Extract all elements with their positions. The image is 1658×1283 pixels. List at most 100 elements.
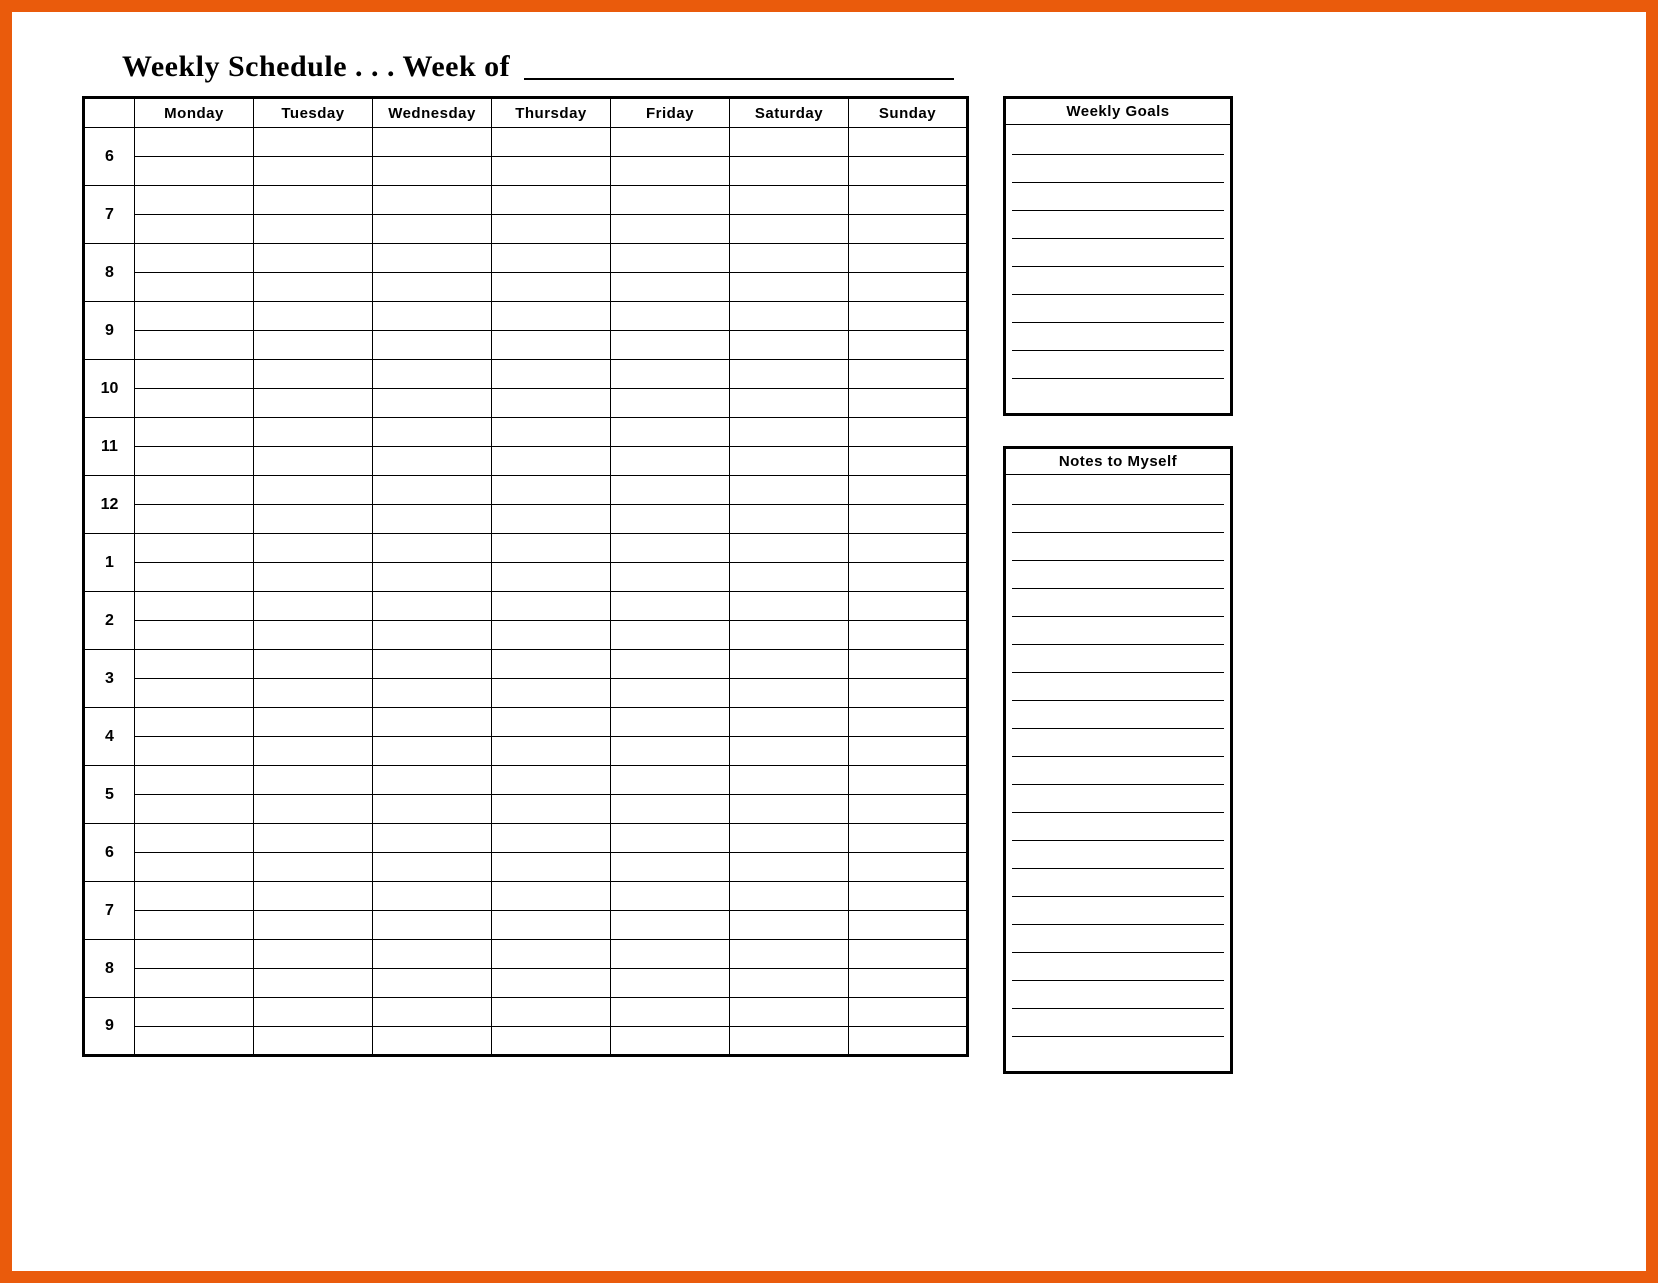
schedule-cell[interactable] [611,563,730,592]
notes-line[interactable] [1012,505,1224,533]
schedule-cell[interactable] [730,331,849,360]
schedule-cell[interactable] [492,476,611,505]
schedule-cell[interactable] [849,360,968,389]
schedule-cell[interactable] [849,563,968,592]
schedule-cell[interactable] [373,853,492,882]
schedule-cell[interactable] [135,273,254,302]
schedule-cell[interactable] [492,215,611,244]
notes-line[interactable] [1012,813,1224,841]
schedule-cell[interactable] [730,650,849,679]
schedule-cell[interactable] [730,592,849,621]
schedule-cell[interactable] [373,418,492,447]
schedule-cell[interactable] [730,302,849,331]
schedule-cell[interactable] [135,157,254,186]
schedule-cell[interactable] [492,911,611,940]
schedule-cell[interactable] [730,795,849,824]
schedule-cell[interactable] [611,331,730,360]
schedule-cell[interactable] [135,969,254,998]
notes-line[interactable] [1012,729,1224,757]
schedule-cell[interactable] [254,128,373,157]
schedule-cell[interactable] [135,621,254,650]
schedule-cell[interactable] [254,911,373,940]
schedule-cell[interactable] [254,186,373,215]
schedule-cell[interactable] [492,244,611,273]
schedule-cell[interactable] [730,534,849,563]
schedule-cell[interactable] [849,447,968,476]
schedule-cell[interactable] [135,911,254,940]
schedule-cell[interactable] [849,998,968,1027]
schedule-cell[interactable] [849,650,968,679]
schedule-cell[interactable] [611,650,730,679]
schedule-cell[interactable] [492,882,611,911]
schedule-cell[interactable] [254,1027,373,1056]
schedule-cell[interactable] [849,389,968,418]
schedule-cell[interactable] [254,882,373,911]
schedule-cell[interactable] [492,824,611,853]
schedule-cell[interactable] [730,737,849,766]
schedule-cell[interactable] [135,505,254,534]
notes-line[interactable] [1012,1037,1224,1065]
schedule-cell[interactable] [254,737,373,766]
weekly-goals-line[interactable] [1012,127,1224,155]
schedule-cell[interactable] [373,795,492,824]
schedule-cell[interactable] [492,708,611,737]
schedule-cell[interactable] [849,244,968,273]
schedule-cell[interactable] [849,592,968,621]
schedule-cell[interactable] [135,679,254,708]
schedule-cell[interactable] [492,128,611,157]
schedule-cell[interactable] [492,853,611,882]
schedule-cell[interactable] [849,853,968,882]
schedule-cell[interactable] [849,534,968,563]
schedule-cell[interactable] [849,215,968,244]
schedule-cell[interactable] [730,969,849,998]
schedule-cell[interactable] [730,128,849,157]
schedule-cell[interactable] [373,940,492,969]
schedule-cell[interactable] [730,505,849,534]
schedule-cell[interactable] [611,186,730,215]
schedule-cell[interactable] [135,708,254,737]
schedule-cell[interactable] [611,447,730,476]
schedule-cell[interactable] [730,766,849,795]
schedule-cell[interactable] [492,679,611,708]
schedule-cell[interactable] [135,418,254,447]
schedule-cell[interactable] [730,244,849,273]
schedule-cell[interactable] [611,360,730,389]
weekly-goals-line[interactable] [1012,211,1224,239]
schedule-cell[interactable] [373,534,492,563]
schedule-cell[interactable] [849,882,968,911]
schedule-cell[interactable] [254,766,373,795]
schedule-cell[interactable] [135,186,254,215]
notes-line[interactable] [1012,533,1224,561]
schedule-cell[interactable] [135,650,254,679]
schedule-cell[interactable] [373,969,492,998]
schedule-cell[interactable] [492,418,611,447]
weekly-goals-line[interactable] [1012,155,1224,183]
schedule-cell[interactable] [254,447,373,476]
schedule-cell[interactable] [135,563,254,592]
schedule-cell[interactable] [849,186,968,215]
schedule-cell[interactable] [730,679,849,708]
notes-line[interactable] [1012,785,1224,813]
schedule-cell[interactable] [135,1027,254,1056]
schedule-cell[interactable] [135,882,254,911]
schedule-cell[interactable] [373,157,492,186]
schedule-cell[interactable] [373,592,492,621]
schedule-cell[interactable] [373,998,492,1027]
schedule-cell[interactable] [373,302,492,331]
schedule-cell[interactable] [611,476,730,505]
schedule-cell[interactable] [135,215,254,244]
schedule-cell[interactable] [611,766,730,795]
schedule-cell[interactable] [611,389,730,418]
schedule-cell[interactable] [373,679,492,708]
schedule-cell[interactable] [135,737,254,766]
schedule-cell[interactable] [730,1027,849,1056]
schedule-cell[interactable] [730,215,849,244]
schedule-cell[interactable] [611,882,730,911]
schedule-cell[interactable] [373,1027,492,1056]
schedule-cell[interactable] [373,128,492,157]
schedule-cell[interactable] [611,244,730,273]
schedule-cell[interactable] [849,940,968,969]
schedule-cell[interactable] [492,795,611,824]
schedule-cell[interactable] [492,360,611,389]
schedule-cell[interactable] [254,592,373,621]
